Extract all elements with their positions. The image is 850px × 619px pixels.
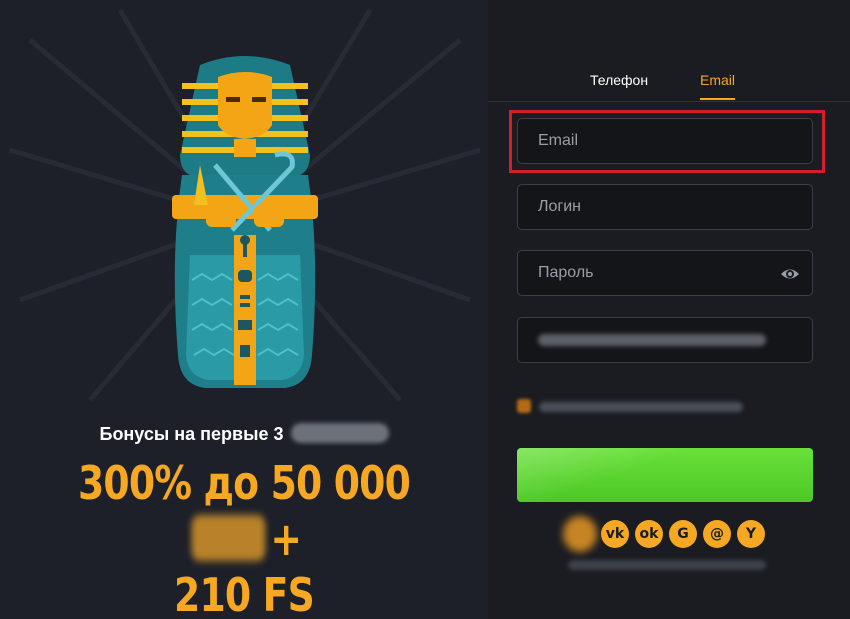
bonus-headline-text: Бонусы на первые 3 [99, 424, 284, 444]
odnoklassniki-icon[interactable]: ok [635, 520, 663, 548]
google-icon[interactable]: G [669, 520, 697, 548]
yandex-icon[interactable]: Y [737, 520, 765, 548]
blurred-social-icon[interactable] [563, 516, 597, 552]
offer-free-spins: 210 FS [174, 568, 315, 619]
registration-screen: Бонусы на первые 3 300% до 50 000+ 210 F… [0, 0, 850, 619]
blurred-terms-text [539, 402, 743, 412]
blurred-currency [191, 515, 266, 561]
pharaoh-sarcophagus-image [172, 56, 318, 388]
promo-panel: Бонусы на первые 3 300% до 50 000+ 210 F… [0, 0, 488, 619]
blurred-footer-text [568, 560, 766, 570]
email-input[interactable] [518, 119, 812, 163]
promocode-field[interactable] [517, 317, 813, 363]
mail-icon[interactable]: @ [703, 520, 731, 548]
eye-icon[interactable] [780, 264, 800, 284]
blurred-placeholder [538, 334, 766, 346]
password-input[interactable] [518, 251, 812, 295]
tab-email[interactable]: Email [700, 72, 736, 100]
social-login: vk ok G @ Y [563, 516, 773, 552]
terms-agreement[interactable] [517, 397, 747, 417]
registration-form: Телефон Email vk ok G [488, 0, 850, 619]
email-field-container [517, 118, 813, 164]
offer-plus: + [270, 512, 302, 566]
blurred-text [290, 423, 389, 443]
password-field-container [517, 250, 813, 296]
bonus-headline: Бонусы на первые 3 [0, 423, 488, 445]
terms-checkbox[interactable] [517, 399, 531, 413]
login-input[interactable] [518, 185, 812, 229]
offer-amount: 300% до 50 000 [77, 456, 411, 510]
login-field-container [517, 184, 813, 230]
register-button[interactable] [517, 448, 813, 502]
bonus-offer: 300% до 50 000+ 210 FS [44, 455, 444, 619]
tab-phone[interactable]: Телефон [590, 72, 648, 88]
vk-icon[interactable]: vk [601, 520, 629, 548]
registration-tabs: Телефон Email [488, 72, 850, 102]
